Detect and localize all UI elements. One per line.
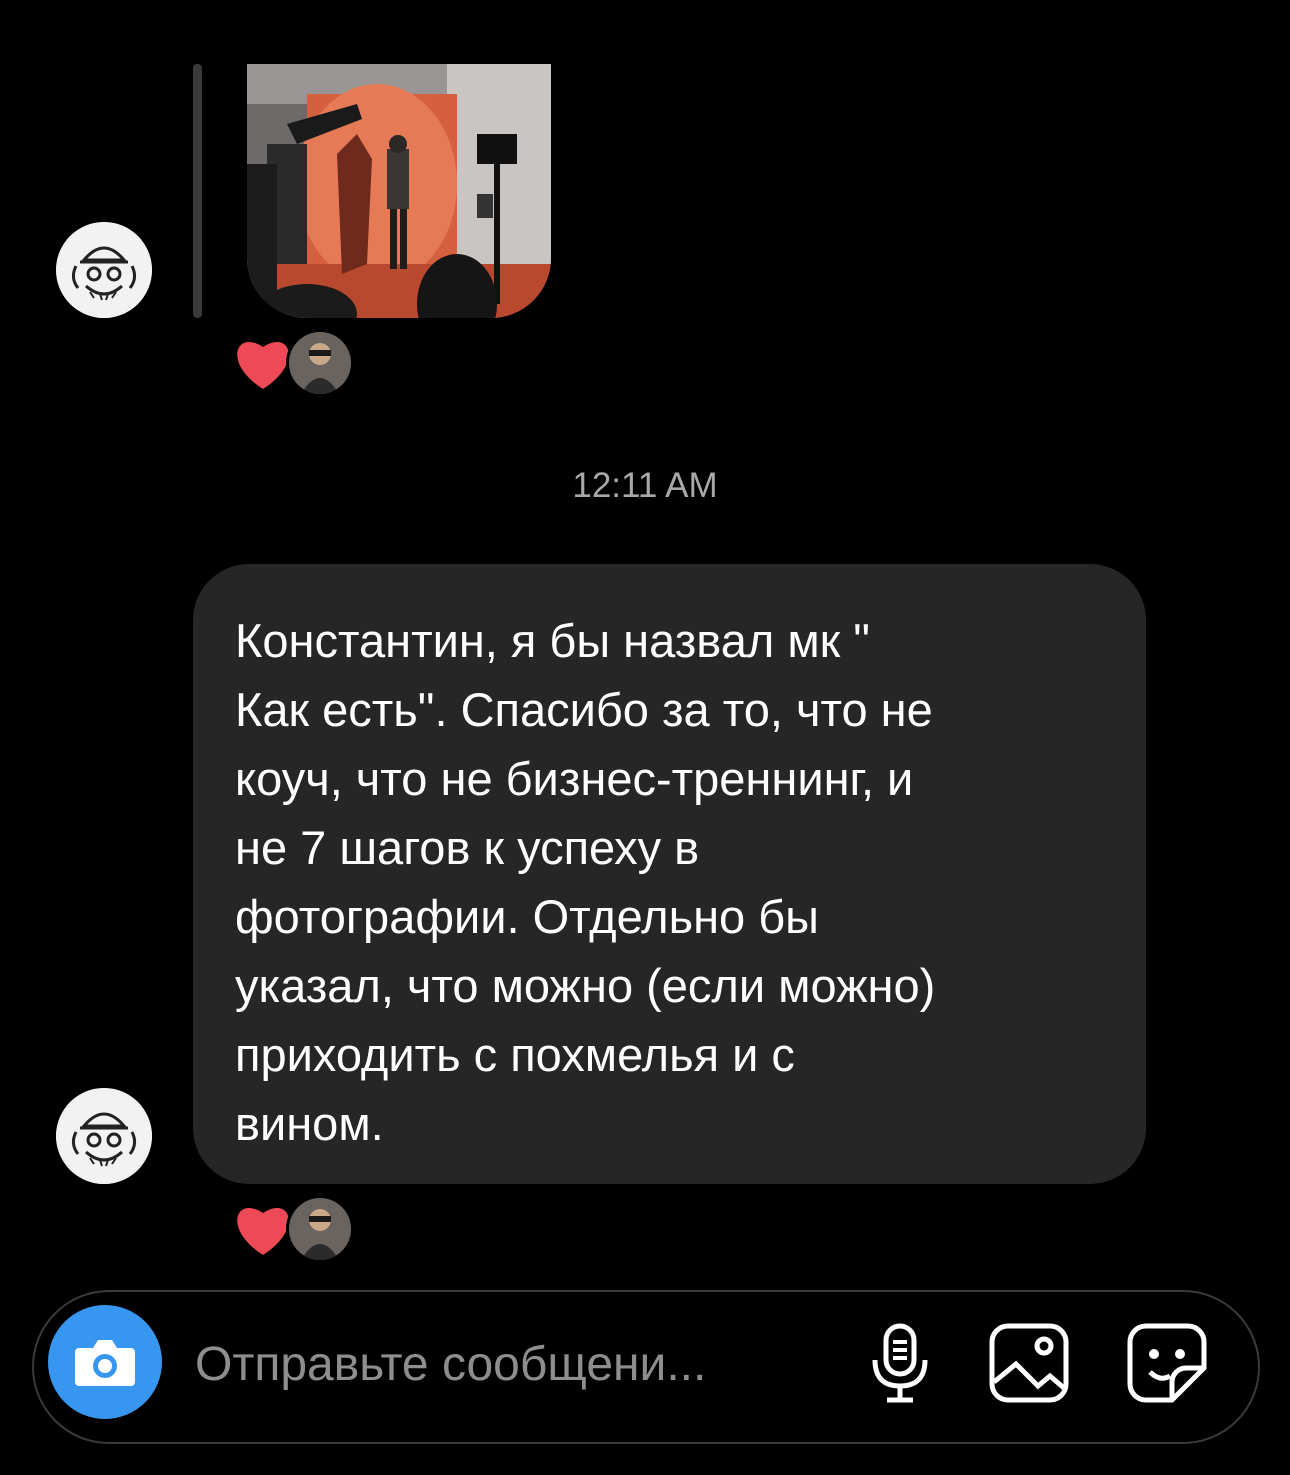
- reactor-avatar: [286, 329, 354, 397]
- message-input[interactable]: [195, 1329, 815, 1399]
- message-reaction[interactable]: [232, 329, 354, 397]
- sender-avatar[interactable]: [56, 1088, 152, 1184]
- gallery-icon[interactable]: [986, 1320, 1072, 1406]
- reactor-avatar: [286, 1195, 354, 1263]
- reply-indicator-bar: [193, 64, 202, 318]
- heart-icon: [237, 341, 289, 389]
- camera-button[interactable]: [48, 1305, 162, 1419]
- sender-avatar[interactable]: [56, 222, 152, 318]
- message-text: Константин, я бы назвал мк " Как есть". …: [235, 614, 936, 1150]
- sender-avatar-drawing: [56, 222, 152, 318]
- message-reaction[interactable]: [232, 1195, 354, 1263]
- sticker-icon[interactable]: [1124, 1320, 1210, 1406]
- heart-icon: [237, 1207, 289, 1255]
- shared-photo[interactable]: [247, 64, 551, 318]
- camera-icon: [75, 1340, 135, 1386]
- sender-avatar-drawing: [56, 1088, 152, 1184]
- microphone-icon[interactable]: [857, 1320, 943, 1406]
- message-timestamp: 12:11 AM: [572, 466, 718, 505]
- photo-studio-image: [247, 64, 551, 318]
- message-bubble[interactable]: Константин, я бы назвал мк " Как есть". …: [193, 564, 1146, 1184]
